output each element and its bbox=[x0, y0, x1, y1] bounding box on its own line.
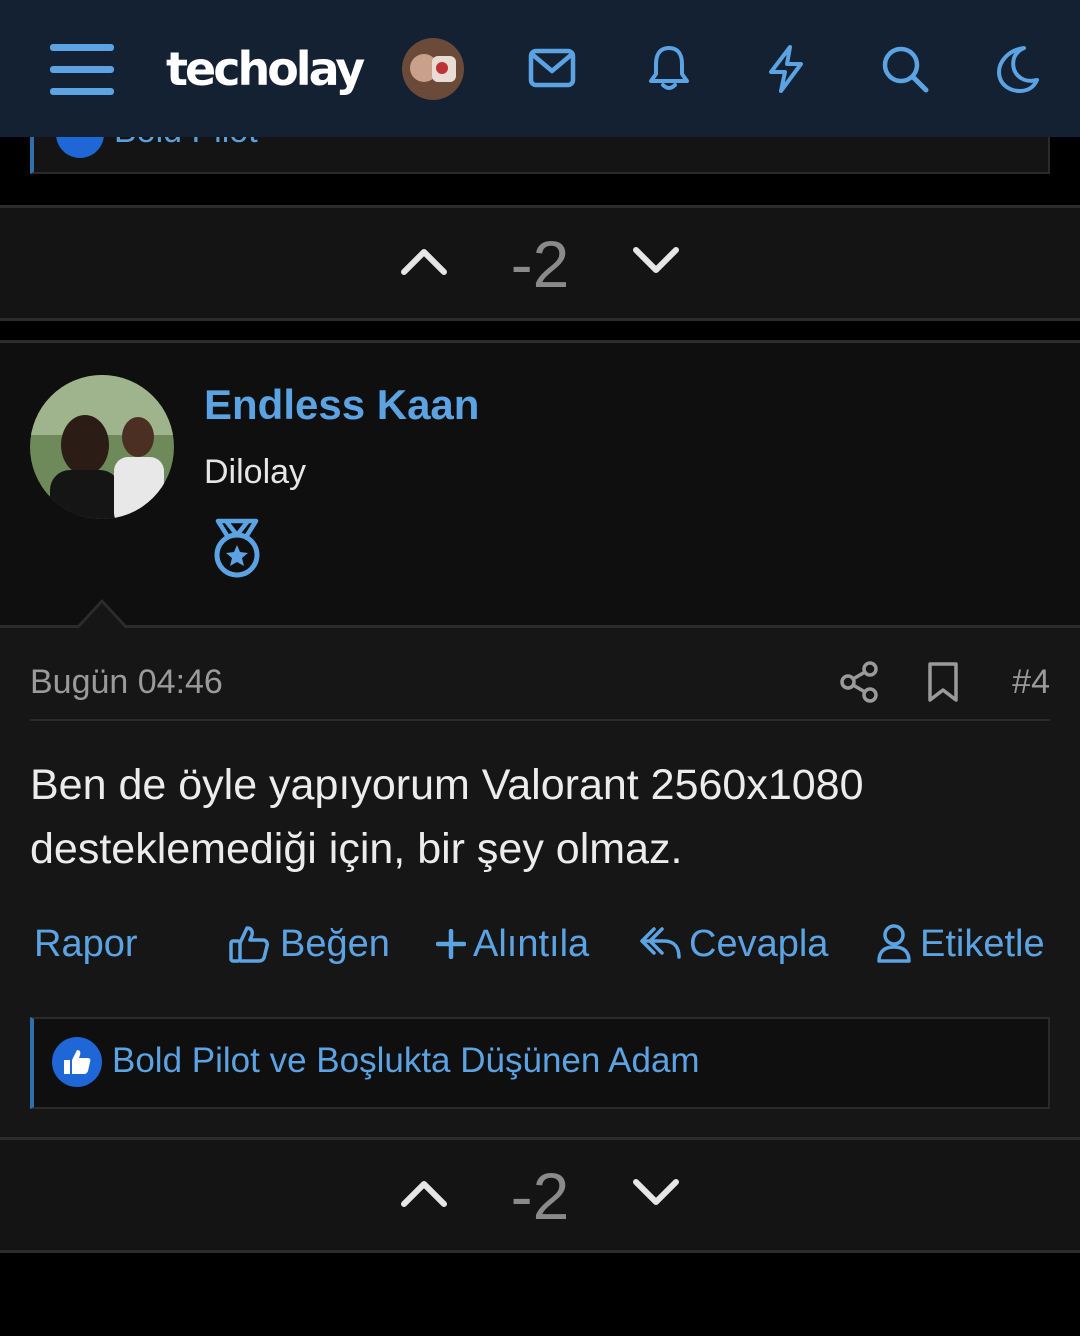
quote-button[interactable]: Alıntıla bbox=[473, 923, 589, 966]
reply-button[interactable]: Cevapla bbox=[689, 923, 828, 966]
search-icon[interactable] bbox=[880, 44, 930, 94]
post-user-block: Endless Kaan Dilolay bbox=[0, 343, 1080, 628]
author-avatar[interactable] bbox=[30, 375, 174, 519]
bell-icon[interactable] bbox=[648, 44, 690, 92]
like-button[interactable]: Beğen bbox=[280, 923, 390, 966]
medal-icon[interactable] bbox=[210, 517, 264, 579]
thumbs-up-icon[interactable] bbox=[228, 923, 270, 965]
tag-button[interactable]: Etiketle bbox=[920, 923, 1045, 966]
user-avatar[interactable] bbox=[402, 38, 464, 100]
author-name[interactable]: Endless Kaan bbox=[204, 381, 479, 429]
site-logo[interactable]: techolay bbox=[166, 42, 365, 96]
previous-post-vote-bar: -2 bbox=[0, 205, 1080, 321]
post: Endless Kaan Dilolay Bugün 04:46 #4 Ben … bbox=[0, 340, 1080, 1137]
post-content: Ben de öyle yapıyorum Valorant 2560x1080… bbox=[30, 761, 864, 873]
top-navigation-bar: techolay bbox=[0, 0, 1080, 137]
menu-icon[interactable] bbox=[50, 42, 116, 98]
post-date[interactable]: Bugün 04:46 bbox=[30, 663, 223, 702]
post-likes-text[interactable]: Bold Pilot ve Boşlukta Düşünen Adam bbox=[112, 1041, 700, 1081]
plus-icon[interactable] bbox=[436, 929, 466, 959]
moon-icon[interactable] bbox=[994, 44, 1040, 94]
downvote-icon[interactable] bbox=[632, 246, 680, 276]
lightning-icon[interactable] bbox=[766, 44, 806, 94]
share-icon[interactable] bbox=[840, 661, 880, 703]
post-vote-bar: -2 bbox=[0, 1137, 1080, 1253]
vote-score: -2 bbox=[510, 1159, 570, 1233]
user-icon[interactable] bbox=[876, 923, 912, 965]
callout-arrow-inner bbox=[79, 603, 125, 628]
bookmark-icon[interactable] bbox=[926, 661, 960, 703]
upvote-icon[interactable] bbox=[400, 1178, 448, 1208]
report-button[interactable]: Rapor bbox=[34, 923, 138, 966]
post-actions: Rapor Beğen Alıntıla Cevapla Etiketle bbox=[30, 919, 1050, 979]
mail-icon[interactable] bbox=[528, 48, 576, 88]
post-number[interactable]: #4 bbox=[1012, 663, 1050, 702]
like-badge-icon bbox=[52, 1037, 102, 1087]
reply-icon[interactable] bbox=[638, 923, 682, 963]
author-title: Dilolay bbox=[204, 453, 307, 491]
downvote-icon[interactable] bbox=[632, 1178, 680, 1208]
post-meta: Bugün 04:46 #4 bbox=[30, 643, 1050, 721]
post-likes[interactable]: Bold Pilot ve Boşlukta Düşünen Adam bbox=[30, 1017, 1050, 1109]
upvote-icon[interactable] bbox=[400, 246, 448, 276]
vote-score: -2 bbox=[510, 227, 570, 301]
